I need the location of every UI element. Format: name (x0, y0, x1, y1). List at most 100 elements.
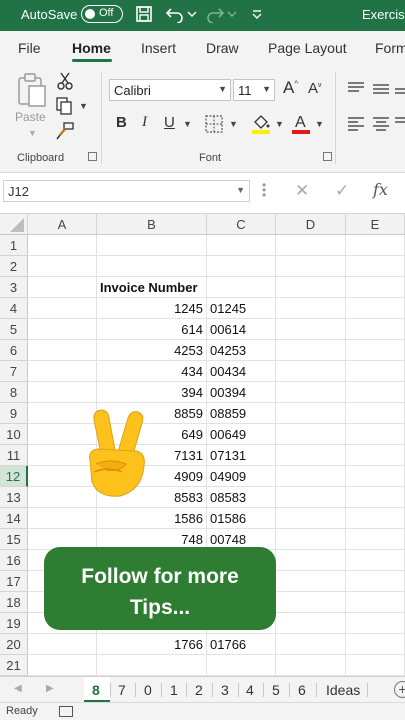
column-header-c[interactable]: C (207, 214, 276, 235)
paste-dropdown-icon[interactable]: ▼ (28, 128, 37, 138)
cell-c5[interactable]: 00614 (210, 319, 246, 340)
row-header-14[interactable]: 14 (0, 508, 28, 529)
row-header-6[interactable]: 6 (0, 340, 28, 361)
column-header-e[interactable]: E (346, 214, 405, 235)
row-header-19[interactable]: 19 (0, 613, 28, 634)
font-color-icon[interactable]: A (291, 112, 311, 136)
select-all-corner[interactable] (0, 214, 28, 235)
format-painter-icon[interactable] (56, 122, 74, 140)
font-name-select[interactable]: Calibri ▼ (109, 79, 231, 101)
row-header-3[interactable]: 3 (0, 277, 28, 298)
align-top-icon[interactable] (347, 81, 365, 97)
row-header-18[interactable]: 18 (0, 592, 28, 613)
row-header-2[interactable]: 2 (0, 256, 28, 277)
undo-dropdown-icon[interactable] (186, 3, 198, 25)
sheet-tab-1[interactable]: 1 (170, 682, 178, 698)
redo-icon[interactable] (204, 3, 226, 25)
row-header-20[interactable]: 20 (0, 634, 28, 655)
fill-color-dropdown-icon[interactable]: ▼ (275, 119, 284, 129)
increase-font-size-icon[interactable]: A^ (283, 78, 298, 98)
cell-c4[interactable]: 01245 (210, 298, 246, 319)
tab-page-layout[interactable]: Page Layout (268, 40, 347, 56)
scroll-right-icon[interactable]: ▶ (46, 683, 54, 694)
row-header-21[interactable]: 21 (0, 655, 28, 676)
tab-formulas[interactable]: Form (375, 40, 405, 56)
sheet-tab-8[interactable]: 8 (92, 682, 100, 698)
italic-button[interactable]: I (142, 114, 147, 131)
cell-c10[interactable]: 00649 (210, 424, 246, 445)
row-header-4[interactable]: 4 (0, 298, 28, 319)
sheet-tab-4[interactable]: 4 (246, 682, 254, 698)
font-size-select[interactable]: 11 ▼ (233, 79, 275, 101)
tab-home[interactable]: Home (72, 40, 111, 56)
paste-icon[interactable] (16, 72, 48, 108)
name-box[interactable]: J12 ▼ (3, 180, 250, 202)
font-color-dropdown-icon[interactable]: ▼ (315, 119, 324, 129)
fill-color-icon[interactable] (251, 113, 271, 135)
sheet-tab-3[interactable]: 3 (221, 682, 229, 698)
cell-b3-header[interactable]: Invoice Number (100, 277, 198, 298)
column-header-d[interactable]: D (276, 214, 346, 235)
row-header-10[interactable]: 10 (0, 424, 28, 445)
undo-icon[interactable] (164, 3, 186, 25)
sheet-tab-0[interactable]: 0 (144, 682, 152, 698)
cell-c20[interactable]: 01766 (210, 634, 246, 655)
sheet-tab-7[interactable]: 7 (118, 682, 126, 698)
more-icon[interactable]: • • • (262, 179, 266, 201)
align-left-icon[interactable] (347, 116, 365, 132)
align-middle-icon[interactable] (372, 81, 390, 97)
autosave-toggle[interactable]: Off (81, 5, 123, 23)
cell-b8[interactable]: 394 (97, 382, 206, 403)
borders-dropdown-icon[interactable]: ▼ (229, 119, 238, 129)
copy-dropdown-icon[interactable]: ▼ (79, 101, 88, 111)
borders-icon[interactable] (205, 115, 223, 133)
cell-b7[interactable]: 434 (97, 361, 206, 382)
cell-c8[interactable]: 00394 (210, 382, 246, 403)
cell-c6[interactable]: 04253 (210, 340, 246, 361)
cell-c13[interactable]: 08583 (210, 487, 246, 508)
enter-icon[interactable]: ✓ (335, 181, 349, 201)
row-header-7[interactable]: 7 (0, 361, 28, 382)
redo-dropdown-icon[interactable] (226, 3, 238, 25)
add-sheet-icon[interactable]: + (394, 681, 405, 698)
save-icon[interactable] (133, 3, 155, 25)
row-header-16[interactable]: 16 (0, 550, 28, 571)
cell-b4[interactable]: 1245 (97, 298, 206, 319)
cancel-icon[interactable]: ✕ (295, 181, 309, 201)
customize-toolbar-icon[interactable] (246, 3, 268, 25)
row-header-9[interactable]: 9 (0, 403, 28, 424)
align-bottom-icon[interactable] (394, 81, 405, 97)
row-header-17[interactable]: 17 (0, 571, 28, 592)
cell-c7[interactable]: 00434 (210, 361, 246, 382)
sheet-tab-5[interactable]: 5 (272, 682, 280, 698)
bold-button[interactable]: B (116, 114, 127, 131)
cut-icon[interactable] (57, 72, 73, 90)
scroll-left-icon[interactable]: ◀ (14, 683, 22, 694)
column-header-a[interactable]: A (28, 214, 97, 235)
row-header-13[interactable]: 13 (0, 487, 28, 508)
row-header-11[interactable]: 11 (0, 445, 28, 466)
copy-icon[interactable] (55, 97, 75, 115)
clipboard-launcher-icon[interactable] (88, 152, 97, 161)
row-header-12[interactable]: 12 (0, 466, 28, 487)
cell-c12[interactable]: 04909 (210, 466, 246, 487)
align-right-icon[interactable] (394, 116, 405, 132)
sheet-tab-2[interactable]: 2 (195, 682, 203, 698)
underline-button[interactable]: U (164, 114, 175, 131)
row-header-1[interactable]: 1 (0, 235, 28, 256)
cell-c11[interactable]: 07131 (210, 445, 246, 466)
column-header-b[interactable]: B (97, 214, 207, 235)
decrease-font-size-icon[interactable]: Av (308, 80, 322, 97)
cell-b5[interactable]: 614 (97, 319, 206, 340)
sheet-tab-6[interactable]: 6 (298, 682, 306, 698)
tab-draw[interactable]: Draw (206, 40, 239, 56)
sheet-tab-ideas[interactable]: Ideas (326, 682, 360, 698)
cell-b20[interactable]: 1766 (97, 634, 206, 655)
row-header-8[interactable]: 8 (0, 382, 28, 403)
accessibility-icon[interactable] (59, 706, 73, 717)
row-header-15[interactable]: 15 (0, 529, 28, 550)
insert-function-button[interactable]: fx (373, 180, 388, 199)
cell-c14[interactable]: 01586 (210, 508, 246, 529)
font-launcher-icon[interactable] (323, 152, 332, 161)
cell-b6[interactable]: 4253 (97, 340, 206, 361)
